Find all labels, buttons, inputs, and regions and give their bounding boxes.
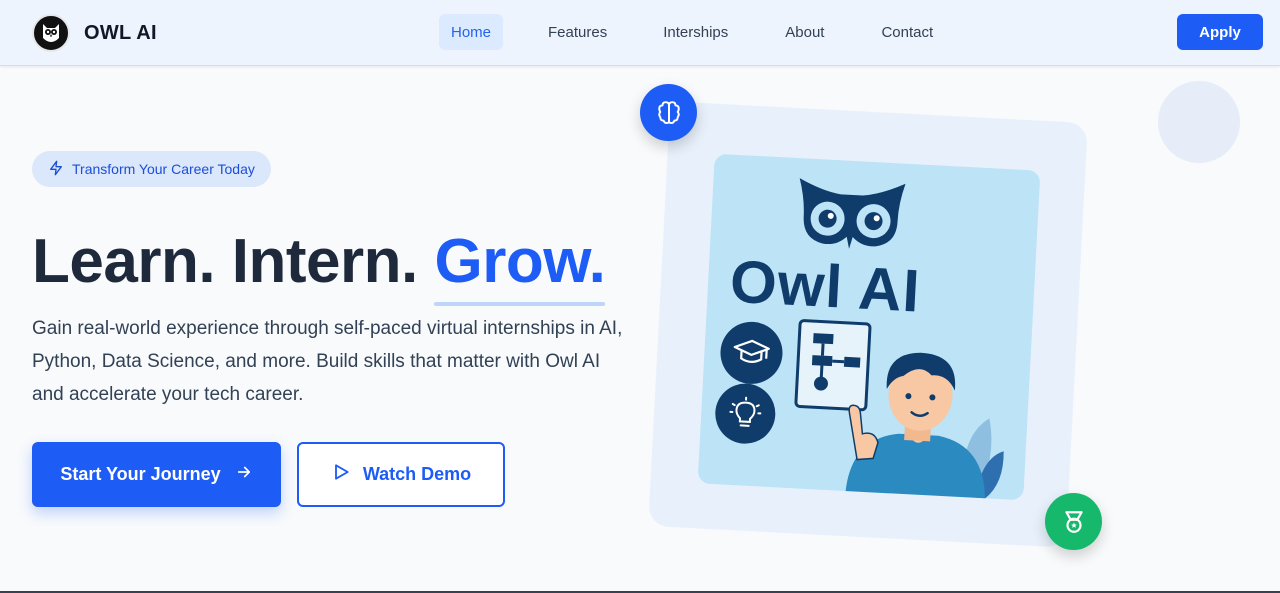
start-journey-button[interactable]: Start Your Journey xyxy=(32,442,281,507)
decorative-circle xyxy=(1158,81,1240,163)
nav-link-about[interactable]: About xyxy=(773,14,836,50)
brain-icon xyxy=(640,84,697,141)
badge-text: Transform Your Career Today xyxy=(72,161,255,177)
illustration-title: Owl AI xyxy=(728,247,923,325)
graduation-cap-icon xyxy=(718,320,785,386)
owl-logo-icon xyxy=(32,14,70,52)
nav-link-internships[interactable]: Interships xyxy=(651,14,740,50)
arrow-right-icon xyxy=(235,463,253,486)
owl-ai-illustration: Owl AI xyxy=(697,153,1041,501)
nav-link-contact[interactable]: Contact xyxy=(869,14,945,50)
top-navbar: OWL AI Home Features Interships About Co… xyxy=(0,0,1280,66)
headline-text: Learn. Intern. xyxy=(32,227,435,296)
start-journey-label: Start Your Journey xyxy=(60,464,221,484)
play-icon xyxy=(331,462,351,487)
brand-name: OWL AI xyxy=(84,21,157,44)
hero-description: Gain real-world experience through self-… xyxy=(32,318,623,405)
headline-highlight: Grow. xyxy=(434,222,606,306)
nav-links: Home Features Interships About Contact xyxy=(439,14,945,50)
hero-headline: Learn. Intern. Grow. xyxy=(32,222,606,306)
brand[interactable]: OWL AI xyxy=(32,14,157,52)
student-character-icon xyxy=(844,352,985,501)
hero-badge: Transform Your Career Today xyxy=(32,151,271,187)
lightning-icon xyxy=(48,160,64,179)
watch-demo-button[interactable]: Watch Demo xyxy=(297,442,505,507)
apply-button[interactable]: Apply xyxy=(1177,14,1263,50)
watch-demo-label: Watch Demo xyxy=(362,464,472,484)
nav-link-home[interactable]: Home xyxy=(439,14,504,50)
nav-link-features[interactable]: Features xyxy=(536,14,619,50)
owl-mascot-icon xyxy=(799,178,906,249)
lightbulb-icon xyxy=(713,382,777,446)
award-icon xyxy=(1045,493,1102,550)
